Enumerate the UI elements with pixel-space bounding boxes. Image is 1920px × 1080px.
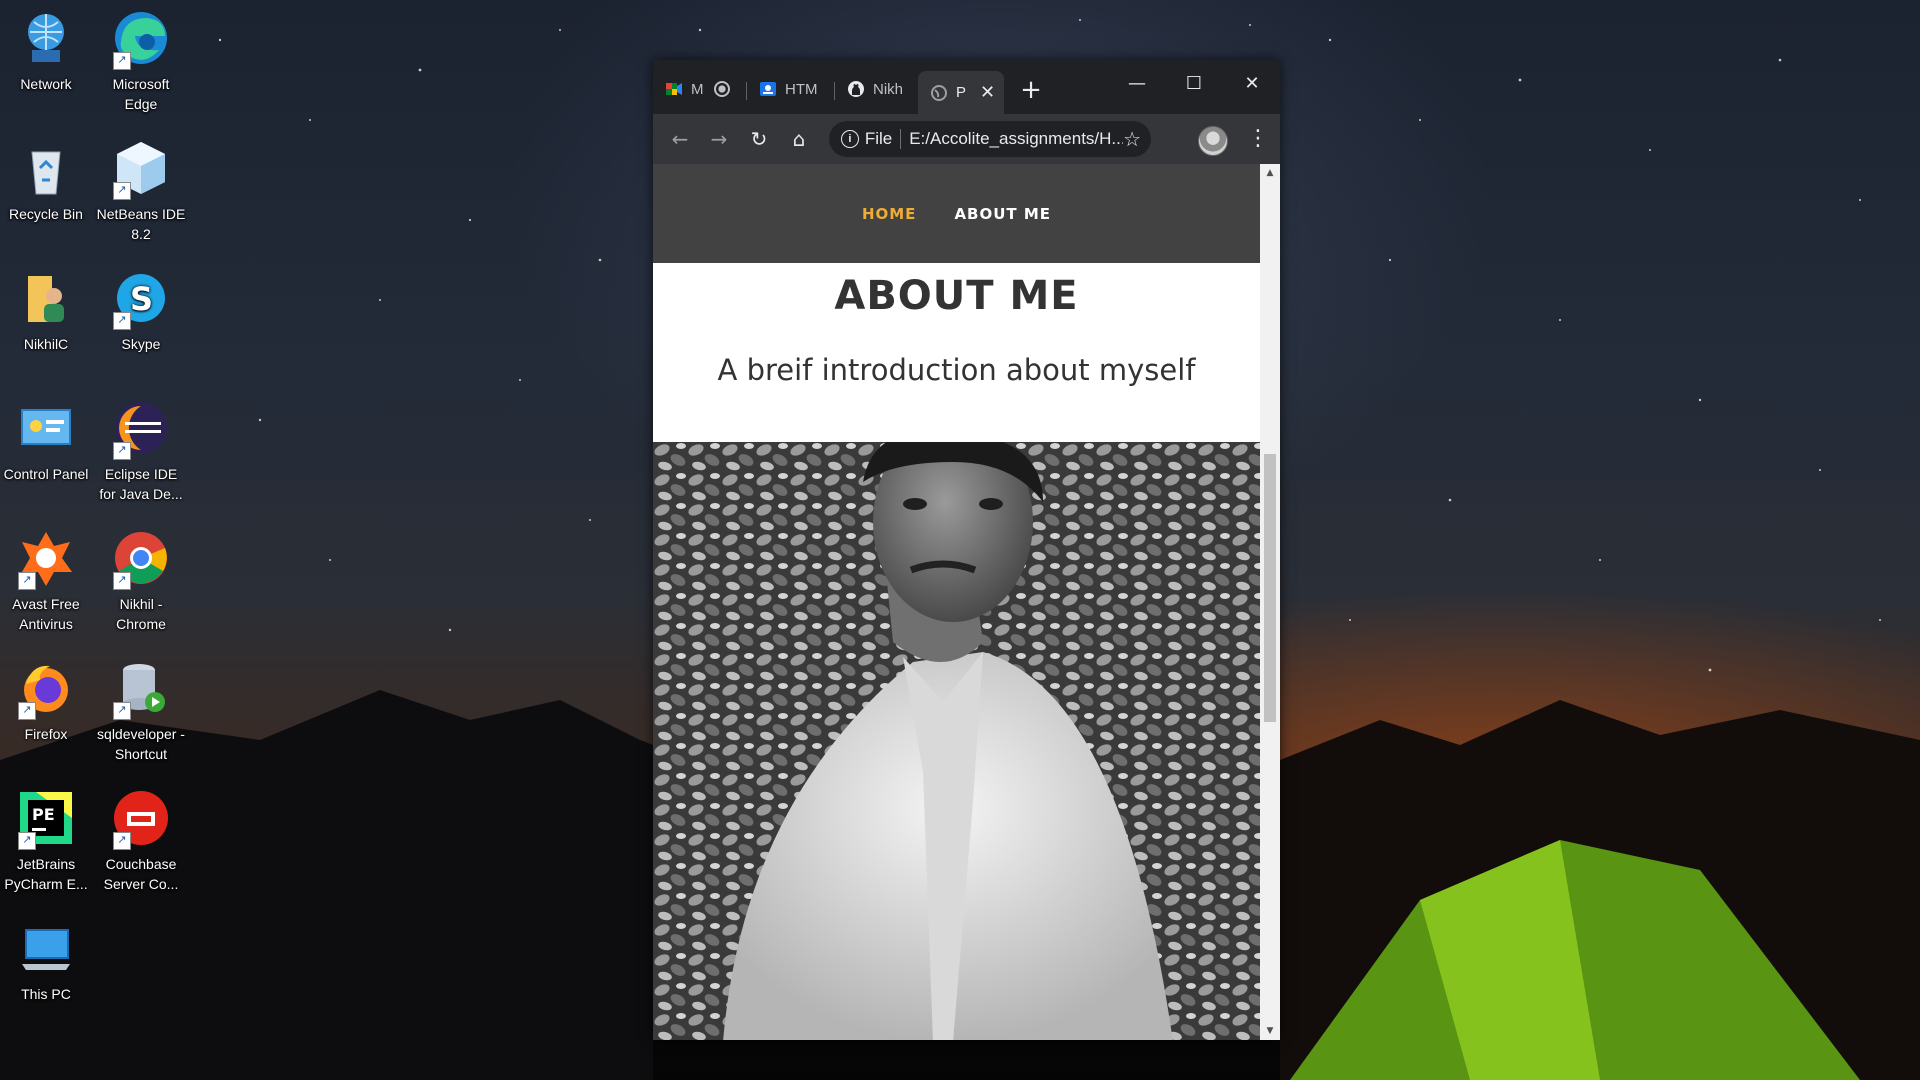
svg-text:PE: PE (32, 805, 55, 824)
control-panel-icon (16, 398, 76, 458)
scroll-thumb[interactable] (1264, 454, 1276, 722)
eclipse-icon: ↗ (111, 398, 171, 460)
home-button[interactable]: ⌂ (784, 124, 814, 154)
desktop-icon-netbeans[interactable]: ↗ NetBeans IDE 8.2 (95, 138, 187, 244)
tab-label: Nikh (873, 80, 904, 98)
back-button[interactable]: ← (665, 124, 695, 154)
desktop-icon-label: JetBrains PyCharm E... (4, 856, 88, 892)
page-viewport: HOME ABOUT ME ABOUT ME A breif introduct… (653, 164, 1260, 1040)
chrome-menu-button[interactable]: ⋮ (1247, 124, 1269, 154)
recycle-bin-icon (16, 138, 76, 198)
desktop-icon-label: This PC (21, 986, 71, 1002)
this-pc-icon (16, 918, 76, 978)
tab-meet[interactable]: M (653, 72, 739, 106)
desktop-icon-pycharm[interactable]: PE ↗ JetBrains PyCharm E... (0, 788, 92, 894)
tab-label: HTM (785, 80, 818, 98)
github-icon (848, 81, 864, 97)
browser-toolbar: ← → ↻ ⌂ i File E:/Accolite_assignments/H… (653, 114, 1280, 164)
desktop-icon-label: Recycle Bin (9, 206, 83, 222)
desktop-icon-label: NikhilC (23, 336, 69, 352)
minimize-button[interactable]: — (1114, 68, 1160, 100)
bookmark-star-icon[interactable]: ☆ (1123, 127, 1141, 152)
pycharm-icon: PE ↗ (16, 788, 76, 850)
profile-photo (653, 442, 1260, 1040)
address-bar[interactable]: i File E:/Accolite_assignments/H... ☆ (829, 121, 1151, 157)
skype-icon: S ↗ (111, 268, 171, 330)
tab-strip: M HTM Nikh P ✕ + — ☐ ✕ (653, 60, 1280, 114)
tab-github[interactable]: Nikh (835, 72, 915, 106)
maximize-button[interactable]: ☐ (1171, 68, 1217, 100)
globe-icon (931, 84, 947, 101)
info-icon[interactable]: i (841, 130, 859, 148)
desktop-icon-couchbase[interactable]: ↗ Couchbase Server Co... (95, 788, 187, 894)
desktop-icon-avast[interactable]: ↗ Avast Free Antivirus (0, 528, 92, 634)
nav-home-link[interactable]: HOME (862, 205, 916, 223)
desktop-icon-eclipse[interactable]: ↗ Eclipse IDE for Java De... (95, 398, 187, 504)
scroll-up-arrow[interactable]: ▲ (1260, 164, 1280, 182)
desktop-icon-label: Control Panel (3, 466, 89, 482)
desktop-icon-control-panel[interactable]: Control Panel (0, 398, 92, 484)
recording-dot-icon (713, 81, 730, 97)
tab-label: P (956, 84, 967, 101)
page-title: ABOUT ME (834, 273, 1079, 319)
new-tab-button[interactable]: + (1017, 76, 1045, 104)
avast-icon: ↗ (16, 528, 76, 590)
chrome-icon: ↗ (111, 528, 171, 590)
user-folder-icon (16, 268, 76, 328)
site-nav: HOME ABOUT ME (653, 164, 1260, 263)
desktop-icon-microsoft-edge[interactable]: ↗ Microsoft Edge (95, 8, 187, 114)
desktop-icon-label: Microsoft Edge (112, 76, 170, 112)
firefox-icon: ↗ (16, 658, 76, 720)
desktop-icon-label: Nikhil - Chrome (116, 596, 166, 632)
desktop-icon-label: Network (20, 76, 72, 92)
desktop-icon-label: Couchbase Server Co... (103, 856, 179, 892)
desktop-icon-this-pc[interactable]: This PC (0, 918, 92, 1004)
desktop-icon-skype[interactable]: S ↗ Skype (95, 268, 187, 354)
desktop-icon-label: sqldeveloper - Shortcut (97, 726, 185, 762)
profile-photo-image (653, 442, 1260, 1040)
desktop-icon-label: NetBeans IDE 8.2 (96, 206, 186, 242)
tab-classroom[interactable]: HTM (747, 72, 831, 106)
close-tab-icon[interactable]: ✕ (980, 82, 995, 103)
svg-text:S: S (130, 280, 153, 318)
desktop-icon-firefox[interactable]: ↗ Firefox (0, 658, 92, 744)
desktop-icon-label: Avast Free Antivirus (12, 596, 80, 632)
edge-icon: ↗ (111, 8, 171, 70)
page-subtitle: A breif introduction about myself (717, 353, 1196, 387)
address-url[interactable]: E:/Accolite_assignments/H... (909, 129, 1123, 149)
sqldeveloper-icon: ↗ (111, 658, 171, 720)
meet-icon (666, 83, 682, 95)
nav-about-link[interactable]: ABOUT ME (954, 205, 1051, 223)
desktop-icon-label: Skype (121, 336, 161, 352)
desktop-icon-recycle-bin[interactable]: Recycle Bin (0, 138, 92, 224)
desktop-icon-sqldeveloper[interactable]: ↗ sqldeveloper - Shortcut (95, 658, 187, 764)
profile-avatar[interactable] (1198, 126, 1228, 156)
desktop-icon-label: Firefox (24, 726, 68, 742)
tab-label: M (691, 80, 704, 98)
tab-active-page[interactable]: P ✕ (918, 71, 1004, 114)
desktop-icon-network[interactable]: Network (0, 8, 92, 94)
desktop-icon-nikhilc[interactable]: NikhilC (0, 268, 92, 354)
netbeans-icon: ↗ (111, 138, 171, 200)
classroom-icon (760, 82, 776, 96)
chrome-window[interactable]: M HTM Nikh P ✕ + — ☐ ✕ ← → ↻ ⌂ i File E:… (653, 60, 1280, 1040)
forward-button[interactable]: → (704, 124, 734, 154)
scroll-down-arrow[interactable]: ▼ (1260, 1022, 1280, 1040)
desktop-icon-label: Eclipse IDE for Java De... (99, 466, 183, 502)
couchbase-icon: ↗ (111, 788, 171, 850)
reload-button[interactable]: ↻ (744, 124, 774, 154)
address-scheme-chip: File (865, 129, 902, 149)
page-scrollbar[interactable]: ▲ ▼ (1260, 164, 1280, 1040)
network-icon (16, 8, 76, 68)
close-window-button[interactable]: ✕ (1229, 68, 1275, 100)
desktop-icon-nikhil-chrome[interactable]: ↗ Nikhil - Chrome (95, 528, 187, 634)
